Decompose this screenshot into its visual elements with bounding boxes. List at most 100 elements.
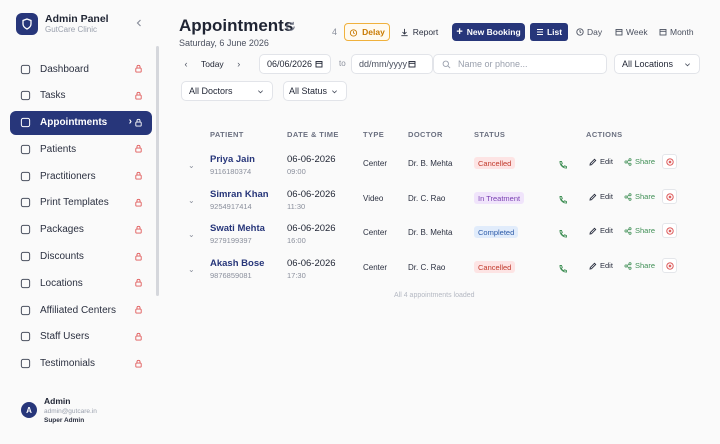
- building-icon: [19, 304, 31, 316]
- chevron-right-icon: ›: [128, 115, 132, 127]
- share-label: Share: [635, 192, 656, 201]
- table-row[interactable]: ⌄ Akash Bose 9876859081 06-06-2026 17:30 Cent…: [162, 257, 720, 291]
- sidebar-item-testimonials[interactable]: Testimonials: [10, 352, 152, 376]
- edit-button[interactable]: Edit: [589, 226, 613, 235]
- share-button[interactable]: Share: [624, 226, 655, 235]
- brand-subtitle: GutCare Clinic: [45, 25, 98, 34]
- edit-button[interactable]: Edit: [589, 157, 613, 166]
- prev-day-icon[interactable]: ‹: [180, 59, 192, 69]
- sidebar-item-tasks[interactable]: Tasks: [10, 84, 152, 108]
- sidebar-item-affiliated-centers[interactable]: Affiliated Centers: [10, 298, 152, 322]
- sidebar-item-practitioners[interactable]: Practitioners: [10, 164, 152, 188]
- edit-label: Edit: [600, 157, 613, 166]
- user-role: Super Admin: [44, 417, 85, 424]
- edit-button[interactable]: Edit: [589, 261, 613, 270]
- tab-day[interactable]: Day: [576, 23, 602, 41]
- cancel-appointment-button[interactable]: [662, 223, 677, 238]
- table-row[interactable]: ⌄ Swati Mehta 9279199397 06-06-2026 16:00 Cen…: [162, 222, 720, 256]
- date-from-input[interactable]: 06/06/2026: [259, 54, 331, 74]
- sidebar-item-packages[interactable]: Packages: [10, 218, 152, 242]
- sidebar-item-staff-users[interactable]: Staff Users: [10, 325, 152, 349]
- sidebar-item-label: Testimonials: [40, 358, 96, 370]
- lock-icon: [134, 359, 144, 369]
- chevron-down-icon: [332, 89, 337, 93]
- search-input[interactable]: Name or phone...: [433, 54, 607, 74]
- calendar-icon: [315, 61, 323, 68]
- list-icon: [536, 29, 543, 35]
- tab-week[interactable]: Week: [615, 23, 648, 41]
- tab-list[interactable]: List: [530, 23, 568, 41]
- status-select[interactable]: All Status: [283, 81, 347, 101]
- sidebar-item-label: Locations: [40, 277, 83, 289]
- share-button[interactable]: Share: [624, 192, 655, 201]
- lock-icon: [134, 118, 144, 128]
- column-header-status: STATUS: [474, 130, 506, 139]
- tab-month[interactable]: Month: [659, 23, 694, 41]
- sidebar-item-discounts[interactable]: Discounts: [10, 245, 152, 269]
- sidebar-item-label: Tasks: [40, 90, 66, 102]
- page-date: Saturday, 6 June 2026: [179, 38, 269, 48]
- sidebar-item-dashboard[interactable]: Dashboard: [10, 57, 152, 81]
- pencil-icon: [589, 193, 597, 201]
- expand-row-icon[interactable]: ⌄: [188, 161, 195, 170]
- sidebar-item-appointments[interactable]: Appointments ›: [10, 110, 152, 135]
- user-icon: [19, 143, 31, 155]
- status-badge: Cancelled: [474, 261, 516, 273]
- patient-name[interactable]: Priya Jain: [210, 154, 255, 165]
- delay-label: Delay: [362, 27, 385, 37]
- sidebar-scrollbar[interactable]: [156, 46, 159, 296]
- sidebar-item-print-templates[interactable]: Print Templates: [10, 191, 152, 215]
- collapse-sidebar-icon[interactable]: [132, 16, 146, 30]
- to-label: to: [339, 59, 346, 68]
- phone-call-icon[interactable]: [558, 157, 570, 169]
- share-icon: [624, 192, 632, 201]
- report-button[interactable]: Report: [398, 23, 440, 41]
- today-button[interactable]: Today: [201, 59, 224, 69]
- patient-name[interactable]: Simran Khan: [210, 189, 269, 200]
- column-header-type: TYPE: [363, 130, 385, 139]
- new-booking-button[interactable]: + New Booking: [452, 23, 525, 41]
- search-placeholder: Name or phone...: [458, 59, 528, 69]
- share-label: Share: [635, 261, 656, 270]
- chevron-down-icon: [258, 89, 263, 93]
- column-header-patient: PATIENT: [210, 130, 244, 139]
- expand-row-icon[interactable]: ⌄: [188, 265, 195, 274]
- doctor-select[interactable]: All Doctors: [181, 81, 273, 101]
- tab-week-label: Week: [626, 27, 648, 37]
- patient-name[interactable]: Swati Mehta: [210, 223, 265, 234]
- delay-button[interactable]: Delay: [344, 23, 390, 41]
- appointment-time: 11:30: [287, 202, 306, 211]
- share-button[interactable]: Share: [624, 157, 655, 166]
- next-day-icon[interactable]: ›: [233, 59, 245, 69]
- cancel-appointment-button[interactable]: [662, 258, 677, 273]
- lock-icon: [134, 332, 144, 342]
- expand-row-icon[interactable]: ⌄: [188, 196, 195, 205]
- date-to-input[interactable]: dd/mm/yyyy: [351, 54, 433, 74]
- table-row[interactable]: ⌄ Simran Khan 9254917414 06-06-2026 11:30 Vid…: [162, 188, 720, 222]
- cancel-appointment-button[interactable]: [662, 154, 677, 169]
- status-badge: In Treatment: [474, 192, 525, 204]
- table-row[interactable]: ⌄ Priya Jain 9116180374 06-06-2026 09:00 Cent…: [162, 153, 720, 187]
- edit-button[interactable]: Edit: [589, 192, 613, 201]
- map-pin-icon: [19, 277, 31, 289]
- location-select[interactable]: All Locations: [614, 54, 700, 74]
- user-profile[interactable]: A Admin admin@gutcare.in Super Admin: [21, 396, 97, 426]
- sidebar-item-label: Print Templates: [40, 197, 109, 209]
- cancel-appointment-button[interactable]: [662, 189, 677, 204]
- share-button[interactable]: Share: [624, 261, 655, 270]
- expand-row-icon[interactable]: ⌄: [188, 230, 195, 239]
- status-badge: Completed: [474, 226, 519, 238]
- sidebar-nav: Dashboard Tasks Appointments › Patients Pract…: [10, 57, 152, 379]
- phone-call-icon[interactable]: [558, 261, 570, 273]
- sidebar-item-patients[interactable]: Patients: [10, 137, 152, 161]
- patient-name[interactable]: Akash Bose: [210, 258, 264, 269]
- doctor-name: Dr. B. Mehta: [408, 159, 453, 168]
- phone-call-icon[interactable]: [558, 192, 570, 204]
- patient-phone: 9116180374: [210, 167, 252, 176]
- sidebar-item-label: Dashboard: [40, 63, 89, 75]
- sidebar-item-locations[interactable]: Locations: [10, 271, 152, 295]
- refresh-icon[interactable]: [285, 19, 296, 31]
- tab-month-label: Month: [670, 27, 694, 37]
- main-content: Appointments Saturday, 6 June 2026 4 Del…: [162, 0, 720, 444]
- phone-call-icon[interactable]: [558, 226, 570, 238]
